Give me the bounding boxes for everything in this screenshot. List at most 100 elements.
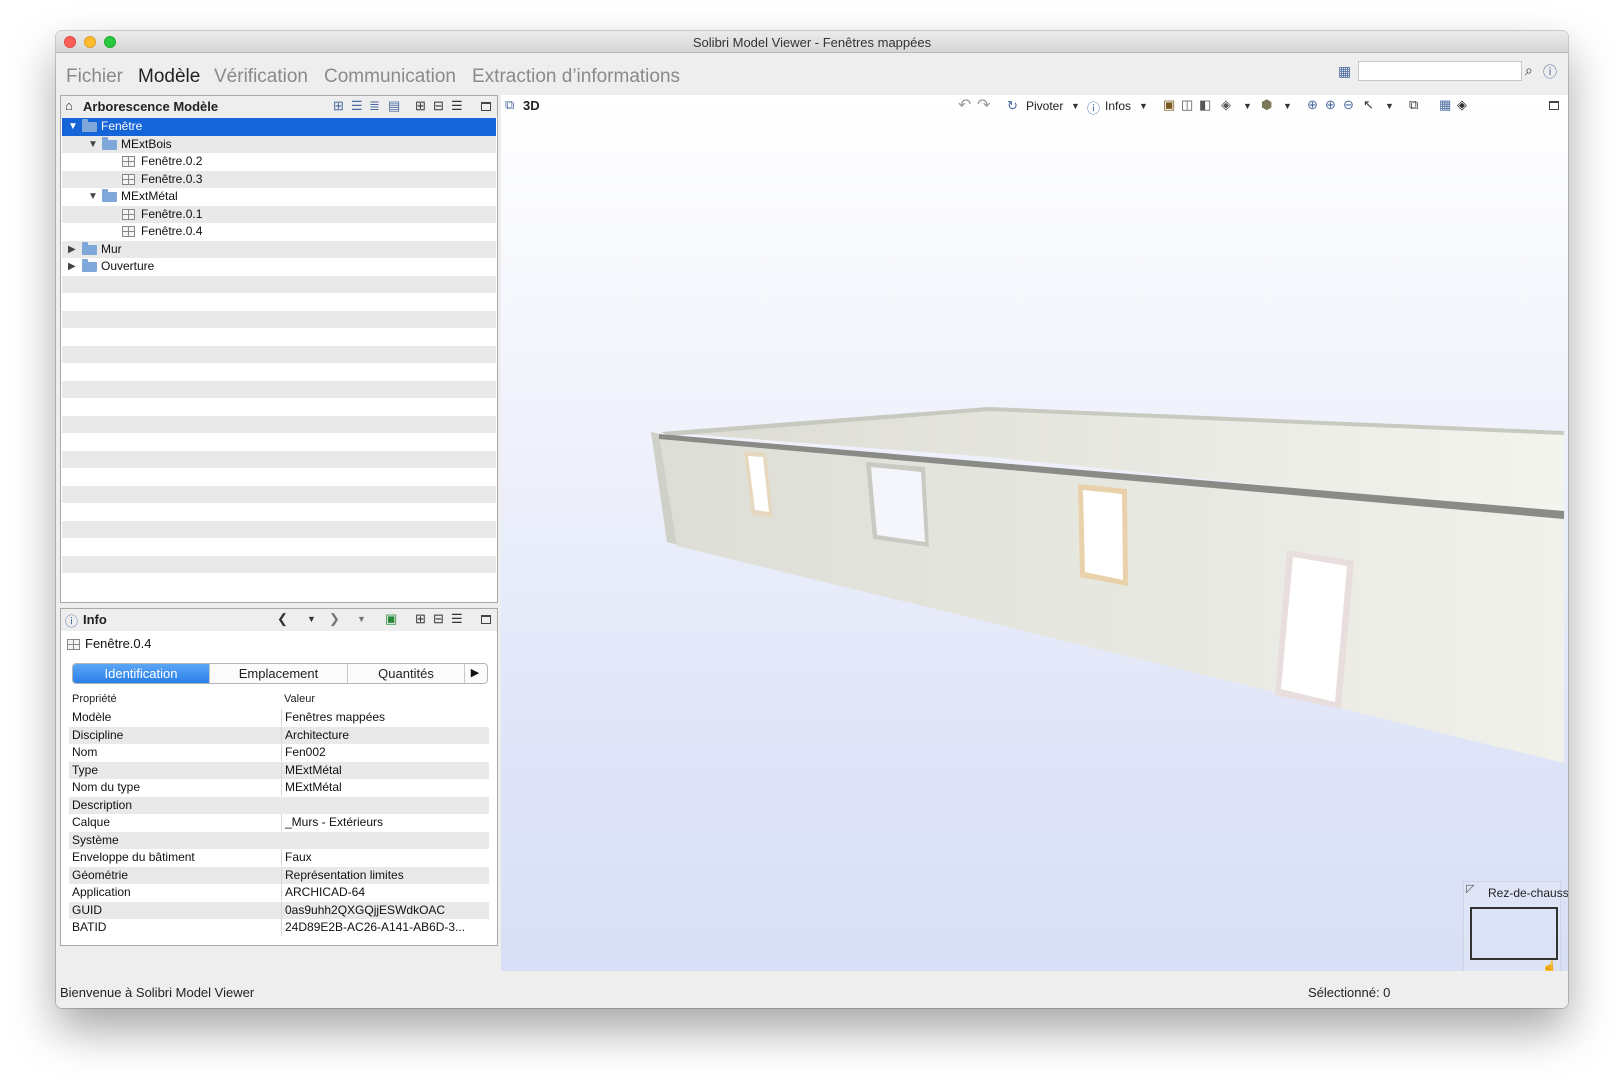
property-value: MExtMétal (281, 779, 486, 796)
table-row[interactable]: Modèle Fenêtres mappées (69, 709, 489, 727)
tabs-scroll-right-icon[interactable]: ▶ (463, 664, 487, 683)
floor-minimap[interactable]: ◸ Rez-de-chaussée ☝ (1463, 881, 1568, 974)
tree-empty-row (62, 328, 496, 346)
info-header: ⓘ Info ❮ ▼ ❯ ▼ ▣ ⊞ ⊟ ☰ (61, 609, 497, 631)
menu-verification[interactable]: Vérification (214, 66, 308, 88)
table-row[interactable]: Type MExtMétal (69, 761, 489, 779)
property-value: Fen002 (281, 744, 486, 761)
table-row[interactable]: Enveloppe du bâtiment Faux (69, 849, 489, 867)
tree-row[interactable]: ▼ MExtMétal (62, 188, 496, 206)
column-valeur[interactable]: Valeur (281, 693, 486, 705)
back-icon[interactable]: ❮ (277, 611, 288, 627)
tree-row[interactable]: ▼ MExtBois (62, 135, 496, 153)
tree-row[interactable]: ▶ Mur (62, 240, 496, 258)
table-row[interactable]: BATID 24D89E2B-AC26-A141-AB6D-3... (69, 919, 489, 937)
tree-empty-row (62, 573, 496, 591)
table-row[interactable]: Description (69, 796, 489, 814)
table-row[interactable]: GUID 0as9uhh2QXGQjjESWdkOAC (69, 901, 489, 919)
tree-row[interactable]: Fenêtre.0.4 (62, 223, 496, 241)
info-options-icon[interactable]: ☰ (451, 611, 463, 627)
tree-empty-row (62, 310, 496, 328)
folder-icon (102, 136, 117, 150)
tree-row-label: Fenêtre (101, 119, 143, 133)
sync-selection-icon[interactable]: ▣ (385, 611, 397, 627)
expand-arrow-icon[interactable]: ▶ (68, 241, 76, 258)
tree-row[interactable]: Fenêtre.0.2 (62, 153, 496, 171)
menu-fichier[interactable]: Fichier (66, 66, 123, 88)
window-title: Solibri Model Viewer - Fenêtres mappées (692, 35, 932, 50)
property-name: Modèle (72, 710, 112, 724)
minimap-collapse-icon[interactable]: ◸ (1466, 882, 1474, 895)
forward-dropdown-icon[interactable]: ▼ (357, 614, 366, 624)
tree-empty-row (62, 275, 496, 293)
property-name: Type (72, 762, 99, 777)
collapse-arrow-icon[interactable]: ▼ (88, 188, 98, 205)
tree-row-label: Mur (101, 241, 122, 256)
info-expand-icon[interactable]: ⊞ (415, 611, 426, 627)
tab-identification[interactable]: Identification (73, 664, 210, 683)
table-row[interactable]: Discipline Architecture (69, 726, 489, 744)
maximize-panel-button[interactable] (481, 102, 491, 111)
tree-empty-row (62, 538, 496, 556)
model-tree-panel: ⌂ Arborescence Modèle ⊞ ☰ ≣ ▤ ⊞ ⊟ ☰ ▼ Fen… (60, 95, 498, 603)
collapse-arrow-icon[interactable]: ▼ (88, 136, 98, 153)
table-row[interactable]: Nom Fen002 (69, 744, 489, 762)
tree-table-icon[interactable]: ▤ (388, 98, 400, 114)
tree-empty-row (62, 503, 496, 521)
tree-row[interactable]: ▼ Fenêtre (62, 118, 496, 136)
expand-arrow-icon[interactable]: ▶ (68, 258, 76, 275)
search-input[interactable] (1358, 61, 1522, 81)
tree-view-icon[interactable]: ⊞ (333, 98, 344, 114)
back-dropdown-icon[interactable]: ▼ (307, 614, 316, 624)
menu-extraction[interactable]: Extraction d’informations (472, 66, 680, 88)
table-row[interactable]: Application ARCHICAD-64 (69, 884, 489, 902)
tree-empty-row (62, 555, 496, 573)
tree-row-label: MExtBois (121, 136, 172, 151)
property-name: Enveloppe du bâtiment (72, 850, 195, 864)
property-name: Système (72, 832, 119, 847)
property-value: Faux (281, 849, 486, 866)
3d-viewport[interactable]: ⧉ 3D ↶ ↷ ↻ Pivoter ▼ ⓘ Infos ▼ ▣ ◫ ◧ ◈ ▼… (501, 95, 1568, 974)
property-value: MExtMétal (281, 761, 486, 779)
collapse-all-icon[interactable]: ⊟ (433, 98, 444, 114)
info-collapse-icon[interactable]: ⊟ (433, 611, 444, 627)
binoculars-icon[interactable]: ⌕ (1525, 62, 1533, 79)
expand-all-icon[interactable]: ⊞ (415, 98, 426, 114)
layout-icon[interactable]: ▦ (1338, 63, 1351, 80)
list-options-icon[interactable]: ☰ (451, 98, 463, 114)
help-icon[interactable]: ⓘ (1543, 62, 1557, 82)
tree-row[interactable]: Fenêtre.0.3 (62, 170, 496, 188)
main-menu-bar: Fichier Modèle Vérification Communicatio… (56, 53, 1568, 95)
info-maximize-button[interactable] (481, 615, 491, 624)
property-name: Calque (72, 815, 111, 829)
component-icon (67, 639, 80, 650)
collapse-arrow-icon[interactable]: ▼ (68, 118, 78, 135)
tree-row-label: Ouverture (101, 259, 155, 273)
table-row[interactable]: Système (69, 831, 489, 849)
tree-filter-icon[interactable]: ≣ (369, 98, 380, 114)
forward-icon[interactable]: ❯ (329, 611, 340, 627)
tree-row-label: Fenêtre.0.1 (141, 206, 203, 221)
tree-list-icon[interactable]: ☰ (351, 98, 363, 114)
property-value: 24D89E2B-AC26-A141-AB6D-3... (281, 919, 486, 936)
tree-empty-row (62, 433, 496, 451)
tree-row[interactable]: Fenêtre.0.1 (62, 205, 496, 223)
tree-empty-row (62, 468, 496, 486)
tree-empty-row (62, 293, 496, 311)
property-value: _Murs - Extérieurs (281, 814, 486, 831)
tree-row[interactable]: ▶ Ouverture (62, 258, 496, 276)
component-icon (122, 226, 135, 237)
table-row[interactable]: Nom du type MExtMétal (69, 779, 489, 797)
tab-quantites[interactable]: Quantités (348, 664, 465, 683)
menu-modele[interactable]: Modèle (138, 66, 200, 88)
property-table-header: Propriété Valeur (69, 693, 489, 709)
folder-icon (82, 259, 97, 272)
tab-emplacement[interactable]: Emplacement (210, 664, 348, 683)
property-name: BATID (72, 920, 107, 934)
table-row[interactable]: Calque _Murs - Extérieurs (69, 814, 489, 832)
column-propriete[interactable]: Propriété (72, 693, 277, 705)
minimap-plan[interactable] (1470, 907, 1558, 960)
menu-communication[interactable]: Communication (324, 66, 456, 88)
tree-row-label: Fenêtre.0.4 (141, 224, 203, 238)
table-row[interactable]: Géométrie Représentation limites (69, 866, 489, 884)
